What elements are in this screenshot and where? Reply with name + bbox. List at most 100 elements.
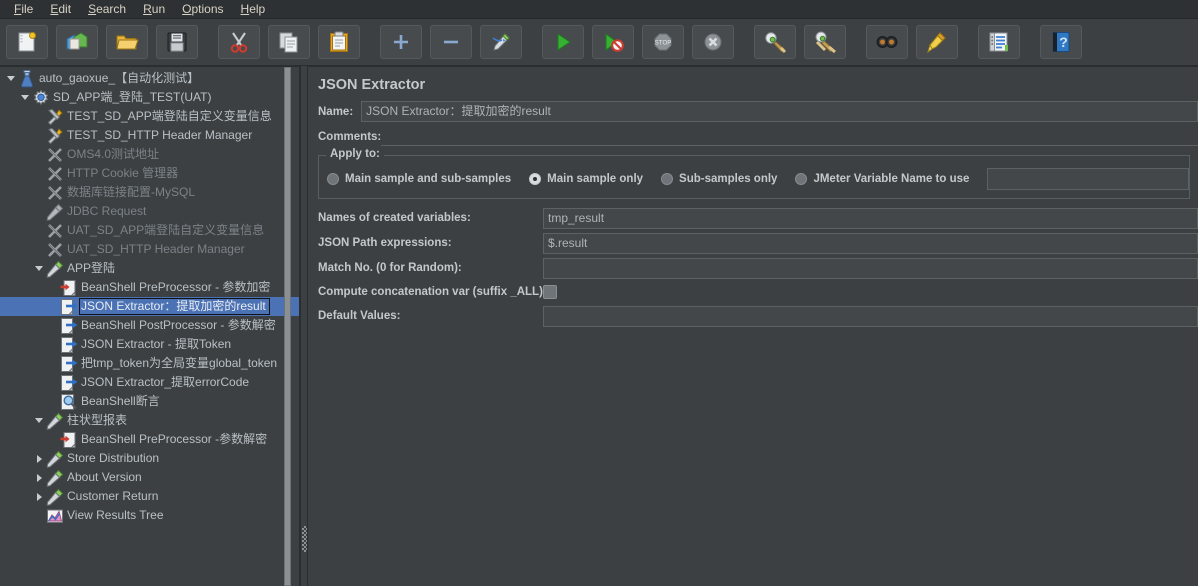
toolbar-new-button[interactable] [6,25,48,59]
tree-node[interactable]: BeanShell PostProcessor - 参数解密 [0,316,299,335]
tree-node[interactable]: 把tmp_token为全局变量global_token [0,354,299,373]
tree-node-label: JDBC Request [67,204,147,218]
tree-node[interactable]: JSON Extractor - 提取Token [0,335,299,354]
menu-edit[interactable]: Edit [42,1,80,17]
shutdown-icon [701,30,725,54]
tree-node[interactable]: SD_APP端_登陆_TEST(UAT) [0,88,299,107]
toolbar-clear-all-button[interactable] [804,25,846,59]
tree-node[interactable]: UAT_SD_APP端登陆自定义变量信息 [0,221,299,240]
name-input[interactable]: JSON Extractor：提取加密的result [361,101,1198,122]
field-input[interactable] [543,305,1198,327]
field-input[interactable] [543,257,1198,279]
toolbar-templates-button[interactable] [56,25,98,59]
tree-node-label: Store Distribution [67,451,160,465]
tree-node[interactable]: 数据库链接配置-MySQL [0,183,299,202]
field-input[interactable]: tmp_result [543,207,1198,229]
sampler-off-icon [46,203,64,221]
field-row: Default Values: [308,305,1198,327]
apply-to-radio-0[interactable]: Main sample and sub-samples [327,173,511,185]
toolbar-function-helper-button[interactable] [978,25,1020,59]
tree-node[interactable]: HTTP Cookie 管理器 [0,164,299,183]
tree-node[interactable]: JSON Extractor：提取加密的result [0,297,299,316]
tree-node[interactable]: BeanShell断言 [0,392,299,411]
tree-node[interactable]: APP登陆 [0,259,299,278]
open-icon [115,30,139,54]
tree-node[interactable]: 柱状型报表 [0,411,299,430]
apply-to-radio-3[interactable]: JMeter Variable Name to use [795,173,969,185]
test-plan-tree[interactable]: auto_gaoxue_【自动化测试】 SD_APP端_登陆_TEST(UAT) T… [0,67,299,525]
toolbar-search-button[interactable] [866,25,908,59]
tree-expand-toggle-down-icon[interactable] [4,69,18,88]
tree-node[interactable]: TEST_SD_APP端登陆自定义变量信息 [0,107,299,126]
radio-indicator [795,173,808,185]
tree-node[interactable]: JDBC Request [0,202,299,221]
tree-expand-toggle-right-icon[interactable] [32,449,46,468]
radio-label: JMeter Variable Name to use [813,173,970,185]
tree-node[interactable]: UAT_SD_HTTP Header Manager [0,240,299,259]
tree-vertical-scrollbar[interactable] [284,67,291,586]
comments-input[interactable] [381,127,1198,146]
menu-search[interactable]: Search [80,1,135,17]
menu-help[interactable]: Help [233,1,275,17]
tree-node[interactable]: JSON Extractor_提取errorCode [0,373,299,392]
tree-node-label: HTTP Cookie 管理器 [67,166,179,180]
field-row: JSON Path expressions: $.result [308,232,1198,254]
menu-options[interactable]: Options [174,1,232,17]
cut-icon [227,30,251,54]
toolbar-start-button[interactable] [542,25,584,59]
tree-node[interactable]: TEST_SD_HTTP Header Manager [0,126,299,145]
toggle-icon [489,30,513,54]
toolbar-toggle-button[interactable] [480,25,522,59]
menu-run[interactable]: Run [135,1,174,17]
expand-all-icon [389,30,413,54]
toolbar-start-no-pauses-button[interactable] [592,25,634,59]
split-pane-divider[interactable] [300,66,308,586]
tree-node[interactable]: Store Distribution [0,449,299,468]
apply-to-group: Apply to: Main sample and sub-samples Mai… [318,148,1190,199]
tree-expand-toggle-down-icon[interactable] [32,259,46,278]
apply-to-radio-1[interactable]: Main sample only [529,173,643,185]
tree-node[interactable]: Customer Return [0,487,299,506]
toolbar-stop-button[interactable]: STOP [642,25,684,59]
tree-node-label: JSON Extractor_提取errorCode [81,375,250,389]
tree-node[interactable]: View Results Tree [0,506,299,525]
jmeter-variable-name-input[interactable] [987,168,1189,190]
toolbar-search-reset-button[interactable] [916,25,958,59]
apply-to-radio-2[interactable]: Sub-samples only [661,173,777,185]
toolbar-help-button[interactable]: ? [1040,25,1082,59]
tree-expand-toggle-down-icon[interactable] [18,88,32,107]
tree-expand-toggle-right-icon[interactable] [32,468,46,487]
tree-node[interactable]: BeanShell PreProcessor -参数解密 [0,430,299,449]
tree-toggle-spacer [32,126,46,145]
config-off-icon [46,165,64,183]
menu-file[interactable]: File [6,1,42,17]
toolbar-shutdown-button[interactable] [692,25,734,59]
tree-node[interactable]: BeanShell PreProcessor - 参数加密 [0,278,299,297]
field-input[interactable]: $.result [543,232,1198,254]
tree-expand-toggle-down-icon[interactable] [32,411,46,430]
toolbar-open-button[interactable] [106,25,148,59]
tree-node[interactable]: auto_gaoxue_【自动化测试】 [0,69,299,88]
tree-node-label: BeanShell PreProcessor -参数解密 [81,432,268,446]
toolbar-paste-button[interactable] [318,25,360,59]
preprocessor-icon [60,431,78,449]
toolbar-expand-all-button[interactable] [380,25,422,59]
tree-scrollbar-thumb[interactable] [284,67,291,586]
compute-concatenation-checkbox[interactable] [543,285,557,299]
toolbar-clear-button[interactable] [754,25,796,59]
tree-expand-toggle-right-icon[interactable] [32,487,46,506]
toolbar-collapse-all-button[interactable] [430,25,472,59]
toolbar-save-button[interactable] [156,25,198,59]
listener-icon [46,507,64,525]
toolbar-cut-button[interactable] [218,25,260,59]
tree-node[interactable]: About Version [0,468,299,487]
menu-bar: File Edit Search Run Options Help [0,0,1198,19]
toolbar-copy-button[interactable] [268,25,310,59]
comments-label: Comments: [318,130,382,143]
tree-node[interactable]: OMS4.0测试地址 [0,145,299,164]
